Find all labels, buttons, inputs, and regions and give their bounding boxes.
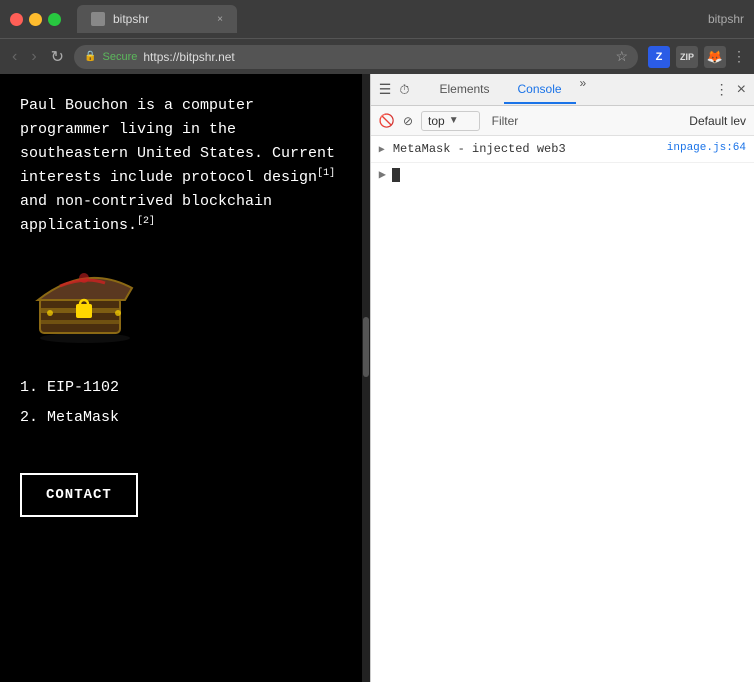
extensions-area: Z ZIP 🦊 ⋮ — [648, 46, 746, 68]
main-content-area: Paul Bouchon is a computer programmer li… — [0, 74, 754, 682]
browser-menu-icon: bitpshr — [708, 12, 744, 26]
tab-console[interactable]: Console — [504, 76, 576, 104]
extension-other-button[interactable]: 🦊 — [704, 46, 726, 68]
back-button[interactable]: ‹ — [8, 46, 21, 68]
reference-item-2: 2. MetaMask — [20, 403, 350, 433]
chest-svg — [30, 258, 140, 343]
filter-input[interactable] — [526, 114, 681, 128]
tab-area: bitpshr × — [77, 5, 700, 33]
console-input-line: ▶ — [371, 163, 754, 186]
console-cursor[interactable] — [392, 168, 400, 182]
bio-text-1: Paul Bouchon is a computer programmer li… — [20, 97, 335, 186]
address-bar[interactable]: 🔒 Secure https://bitpshr.net ☆ — [74, 45, 638, 69]
devtools-more-menu[interactable]: ⋮ — [715, 81, 729, 98]
tab-elements[interactable]: Elements — [425, 76, 503, 104]
device-toolbar-icon[interactable]: ⏱ — [399, 82, 409, 98]
context-selector-arrow: ▼ — [449, 115, 459, 126]
tab-favicon — [91, 12, 105, 26]
website-panel: Paul Bouchon is a computer programmer li… — [0, 74, 370, 682]
filter-label: Filter — [492, 114, 519, 128]
traffic-lights — [10, 13, 61, 26]
expand-icon[interactable]: ▶ — [379, 144, 385, 156]
ref-2-num: 2. — [20, 409, 38, 426]
references-list: 1. EIP-1102 2. MetaMask — [20, 373, 350, 433]
title-bar: bitpshr × bitpshr — [0, 0, 754, 38]
devtools-panel: ☰ ⏱ Elements Console » ⋮ × 🚫 ⊘ top — [370, 74, 754, 682]
contact-button[interactable]: CONTACT — [20, 473, 138, 517]
minimize-button[interactable] — [29, 13, 42, 26]
forward-button[interactable]: › — [27, 46, 40, 68]
context-selector[interactable]: top ▼ — [421, 111, 480, 131]
inspect-element-icon[interactable]: ☰ — [379, 81, 392, 98]
devtools-console-content: ▶ MetaMask - injected web3 inpage.js:64 … — [371, 136, 754, 682]
devtools-toolbar: ☰ ⏱ Elements Console » ⋮ × — [371, 74, 754, 106]
ref-1-num: 1. — [20, 379, 38, 396]
ref-2-label[interactable]: MetaMask — [47, 409, 119, 426]
footnote-1: [1] — [317, 168, 335, 179]
context-label: top — [428, 114, 445, 128]
tab-close-button[interactable]: × — [217, 14, 223, 25]
bio-text-2: and non-contrived blockchain application… — [20, 193, 272, 234]
console-file-link[interactable]: inpage.js:64 — [667, 142, 746, 154]
footnote-2: [2] — [137, 216, 155, 227]
console-message-text: MetaMask - injected web3 — [393, 142, 659, 156]
reference-item-1: 1. EIP-1102 — [20, 373, 350, 403]
ref-1-label[interactable]: EIP-1102 — [47, 379, 119, 396]
tab-label: bitpshr — [113, 12, 149, 26]
console-clear-icon[interactable]: 🚫 — [379, 113, 395, 129]
browser-name-label: bitpshr — [708, 12, 744, 26]
browser-menu-button[interactable]: ⋮ — [732, 48, 746, 65]
console-message-1: ▶ MetaMask - injected web3 inpage.js:64 — [371, 136, 754, 163]
scrollbar-thumb[interactable] — [363, 317, 369, 377]
devtools-icon-group: ☰ ⏱ — [379, 81, 410, 98]
more-tabs-button[interactable]: » — [580, 76, 587, 104]
extension-z-button[interactable]: Z — [648, 46, 670, 68]
devtools-console-bar: 🚫 ⊘ top ▼ Filter Default lev — [371, 106, 754, 136]
scrollbar-track[interactable] — [362, 74, 370, 682]
console-prompt-icon: ▶ — [379, 167, 386, 182]
devtools-close-button[interactable]: × — [737, 81, 746, 99]
lock-icon: 🔒 — [84, 51, 96, 62]
treasure-chest-image — [30, 258, 140, 343]
browser-tab[interactable]: bitpshr × — [77, 5, 237, 33]
navigation-bar: ‹ › ↻ 🔒 Secure https://bitpshr.net ☆ Z Z… — [0, 38, 754, 74]
devtools-tabs: Elements Console » — [425, 76, 586, 104]
bio-text: Paul Bouchon is a computer programmer li… — [20, 94, 350, 238]
refresh-button[interactable]: ↻ — [47, 45, 68, 69]
default-levels-label: Default lev — [689, 114, 746, 128]
url-text: https://bitpshr.net — [143, 50, 234, 64]
extension-zip-button[interactable]: ZIP — [676, 46, 698, 68]
preserve-log-icon[interactable]: ⊘ — [403, 114, 413, 128]
browser-window: bitpshr × bitpshr ‹ › ↻ 🔒 Secure https:/… — [0, 0, 754, 682]
close-button[interactable] — [10, 13, 23, 26]
bookmark-icon[interactable]: ☆ — [615, 48, 628, 65]
secure-label: Secure — [103, 51, 138, 63]
maximize-button[interactable] — [48, 13, 61, 26]
